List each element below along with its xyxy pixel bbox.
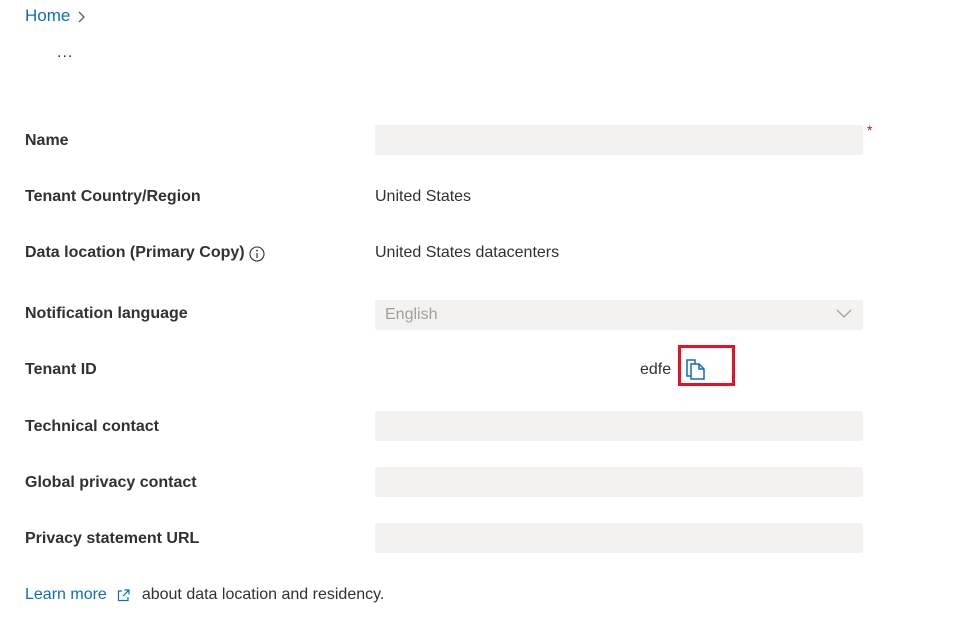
notification-language-dropdown[interactable]: English bbox=[375, 300, 863, 330]
more-options-button[interactable]: ... bbox=[57, 44, 73, 62]
copy-icon[interactable] bbox=[685, 357, 707, 381]
chevron-down-icon bbox=[835, 306, 853, 324]
learn-more-row: Learn more about data location and resid… bbox=[25, 586, 384, 604]
privacy-statement-url-input[interactable] bbox=[375, 523, 863, 553]
notification-language-selected: English bbox=[385, 306, 438, 323]
technical-contact-label: Technical contact bbox=[25, 418, 159, 435]
chevron-right-icon bbox=[76, 9, 88, 23]
learn-more-description: about data location and residency. bbox=[141, 586, 385, 603]
name-input[interactable] bbox=[375, 125, 863, 155]
notification-language-label: Notification language bbox=[25, 305, 188, 322]
data-location-value: United States datacenters bbox=[375, 244, 560, 261]
external-link-icon[interactable] bbox=[117, 588, 130, 602]
country-value: United States bbox=[375, 188, 472, 205]
learn-more-link[interactable]: Learn more bbox=[25, 586, 107, 604]
tenant-id-label: Tenant ID bbox=[25, 361, 97, 378]
breadcrumb-home-link[interactable]: Home bbox=[25, 6, 70, 26]
info-icon[interactable] bbox=[249, 246, 265, 262]
global-privacy-contact-input[interactable] bbox=[375, 467, 863, 497]
required-marker: * bbox=[867, 122, 873, 138]
breadcrumb: Home bbox=[25, 6, 88, 26]
country-label: Tenant Country/Region bbox=[25, 188, 201, 205]
tenant-id-value: edfe bbox=[640, 361, 672, 378]
name-label: Name bbox=[25, 132, 69, 149]
data-location-label: Data location (Primary Copy) bbox=[25, 244, 245, 261]
technical-contact-input[interactable] bbox=[375, 411, 863, 441]
tenant-properties-page: Home ... Name * Tenant Country/Region Un… bbox=[0, 0, 969, 623]
global-privacy-contact-label: Global privacy contact bbox=[25, 474, 197, 491]
privacy-statement-url-label: Privacy statement URL bbox=[25, 530, 200, 547]
